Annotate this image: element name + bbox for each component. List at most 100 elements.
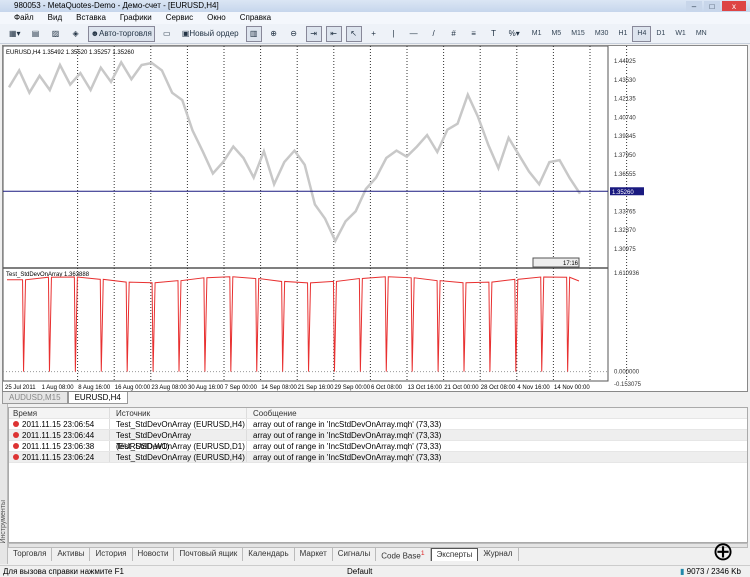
status-help: Для вызова справки нажмите F1 [3,567,124,576]
time-tick: 6 Oct 08:00 [371,385,403,391]
text-icon[interactable]: T [486,26,502,42]
vertical-line-icon[interactable]: | [386,26,402,42]
menu-item[interactable]: Справка [240,13,271,22]
log-row[interactable]: 2011.11.15 23:06:38 Test_StdDevOnArray (E… [9,441,747,452]
log-header: Время Источник Сообщение [9,408,747,419]
window-controls: – □ x [686,1,746,11]
timeframe-M1[interactable]: M1 [527,26,547,42]
time-tick: 23 Aug 08:00 [151,385,187,391]
menu-item[interactable]: Графики [120,13,152,22]
zoom-out-icon[interactable]: ⊖ [286,26,302,42]
minimize-button[interactable]: – [686,1,702,11]
crosshair-icon[interactable]: + [366,26,382,42]
auto-trading-button[interactable]: ☻ Авто-торговля [87,25,155,42]
autoscroll-icon[interactable]: ⇥ [305,25,322,42]
tab-0[interactable]: Торговля [8,548,53,561]
price-chart[interactable]: 25 Jul 2011 1 Aug 08:00 8 Aug 16:00 16 Aug … [2,45,747,391]
cursor-icon[interactable]: ↖ [345,25,362,42]
time-tick: 25 Jul 2011 [5,385,36,391]
timeframe-W1[interactable]: W1 [670,26,691,42]
toolbar: ▦▾ ▤ ▨ ◈ ☻ Авто-торговля ▭ ▣ Новый ордер ▥… [0,24,750,44]
price-tick: 1.33765 [614,209,636,215]
menu-item[interactable]: Файл [14,13,34,22]
market-watch-icon[interactable]: ▤ [28,26,44,42]
timeframe-H4[interactable]: H4 [632,25,652,42]
terminal-icon[interactable]: ▭ [159,26,175,42]
timeframe-D1[interactable]: D1 [651,26,670,42]
log-time-cell: 2011.11.15 23:06:24 [9,452,109,462]
time-tick: 21 Sep 16:00 [298,385,334,391]
error-icon [13,432,19,438]
indicator-tick: 1.610936 [614,271,640,277]
time-tick: 13 Oct 16:00 [408,385,443,391]
navigator-icon[interactable]: ▨ [48,26,64,42]
column-header[interactable]: Сообщение [246,408,747,418]
status-profile[interactable]: Default [347,566,372,577]
log-row[interactable]: 2011.11.15 23:06:44 Test_StdDevOnArray (E… [9,430,747,451]
indicator-tick: -0.153075 [614,382,642,388]
time-tick: 30 Aug 16:00 [188,385,224,391]
column-header[interactable]: Время [9,408,109,418]
tab-5[interactable]: Календарь [243,548,295,561]
chart-tab[interactable]: AUDUSD,M15 [2,392,68,404]
new-order-button[interactable]: ▣ Новый ордер [179,26,242,42]
timeframe-M30[interactable]: M30 [590,26,614,42]
depth-icon[interactable]: ▥ [245,25,262,42]
column-header[interactable]: Источник [109,408,246,418]
log-row[interactable]: 2011.11.15 23:06:24 Test_StdDevOnArray (E… [9,452,747,463]
tab-2[interactable]: История [90,548,133,561]
log-message: array out of range in 'IncStdDevOnArray.… [246,419,747,429]
log-source: Test_StdDevOnArray (EURUSD,D1) [109,441,246,451]
menu-item[interactable]: Окно [207,13,226,22]
tab-9[interactable]: Эксперты [430,548,479,561]
log-row[interactable]: 2011.11.15 23:06:54 Test_StdDevOnArray (E… [9,419,747,430]
menu-item[interactable]: Сервис [166,13,193,22]
log-source: Test_StdDevOnArray (EURUSD,W1) [109,430,246,451]
channel-icon[interactable]: # [446,26,462,42]
title-bar: 980053 - MetaQuotes-Demo - Демо-счет - [… [0,0,750,12]
fibo-icon[interactable]: ≡ [466,26,482,42]
price-tick: 1.43530 [614,78,636,84]
metaeditor-icon[interactable]: ◈ [68,26,84,42]
tab-8[interactable]: Code Base1 [376,548,431,561]
menu-item[interactable]: Вставка [76,13,106,22]
experts-log: Время Источник Сообщение 2011.11.15 23:06:5… [8,407,748,543]
chart-tab[interactable]: EURUSD,H4 [67,392,128,404]
timeframe-MN[interactable]: MN [691,26,712,42]
time-tick: 14 Sep 08:00 [261,385,297,391]
timeframe-M15[interactable]: M15 [566,26,590,42]
maximize-button[interactable]: □ [704,1,720,11]
chart-shift-icon[interactable]: ⇤ [325,25,342,42]
zoom-in-icon[interactable]: ⊕ [266,26,282,42]
toolbox-side: Инструменты [0,404,8,564]
horizontal-line-icon[interactable]: — [406,26,422,42]
error-icon [13,443,19,449]
log-time-cell: 2011.11.15 23:06:38 [9,441,109,451]
time-tick: 8 Aug 16:00 [78,385,111,391]
new-chart-icon[interactable]: ▦▾ [6,26,24,42]
tab-7[interactable]: Сигналы [333,548,377,561]
log-message: array out of range in 'IncStdDevOnArray.… [246,452,747,462]
tab-6[interactable]: Маркет [295,548,333,561]
trade-time: 17:16 [563,261,579,267]
time-tick: 1 Aug 08:00 [42,385,75,391]
tab-3[interactable]: Новости [133,548,175,561]
log-source: Test_StdDevOnArray (EURUSD,H4) [109,419,246,429]
chart-window[interactable]: 25 Jul 2011 1 Aug 08:00 8 Aug 16:00 16 Aug … [2,45,748,392]
trendline-icon[interactable]: / [426,26,442,42]
menu-item[interactable]: Вид [48,13,62,22]
status-traffic: ▮ 9073 / 2346 Kb [680,567,741,576]
time-tick: 14 Nov 00:00 [554,385,590,391]
tab-10[interactable]: Журнал [478,548,519,561]
magnify-icon[interactable]: ⊕ [706,538,740,566]
timeframe-M5[interactable]: M5 [546,26,566,42]
tab-1[interactable]: Активы [52,548,91,561]
chart-tabs: AUDUSD,M15 EURUSD,H4 [2,392,128,404]
current-price: 1.35260 [612,190,634,196]
close-button[interactable]: x [722,1,746,11]
timeframe-H1[interactable]: H1 [613,26,632,42]
indicator-tick: 0.000000 [614,370,640,376]
shapes-icon[interactable]: %▾ [506,26,523,42]
robot-icon: ☻ [90,29,99,38]
tab-4[interactable]: Почтовый ящик [174,548,244,561]
